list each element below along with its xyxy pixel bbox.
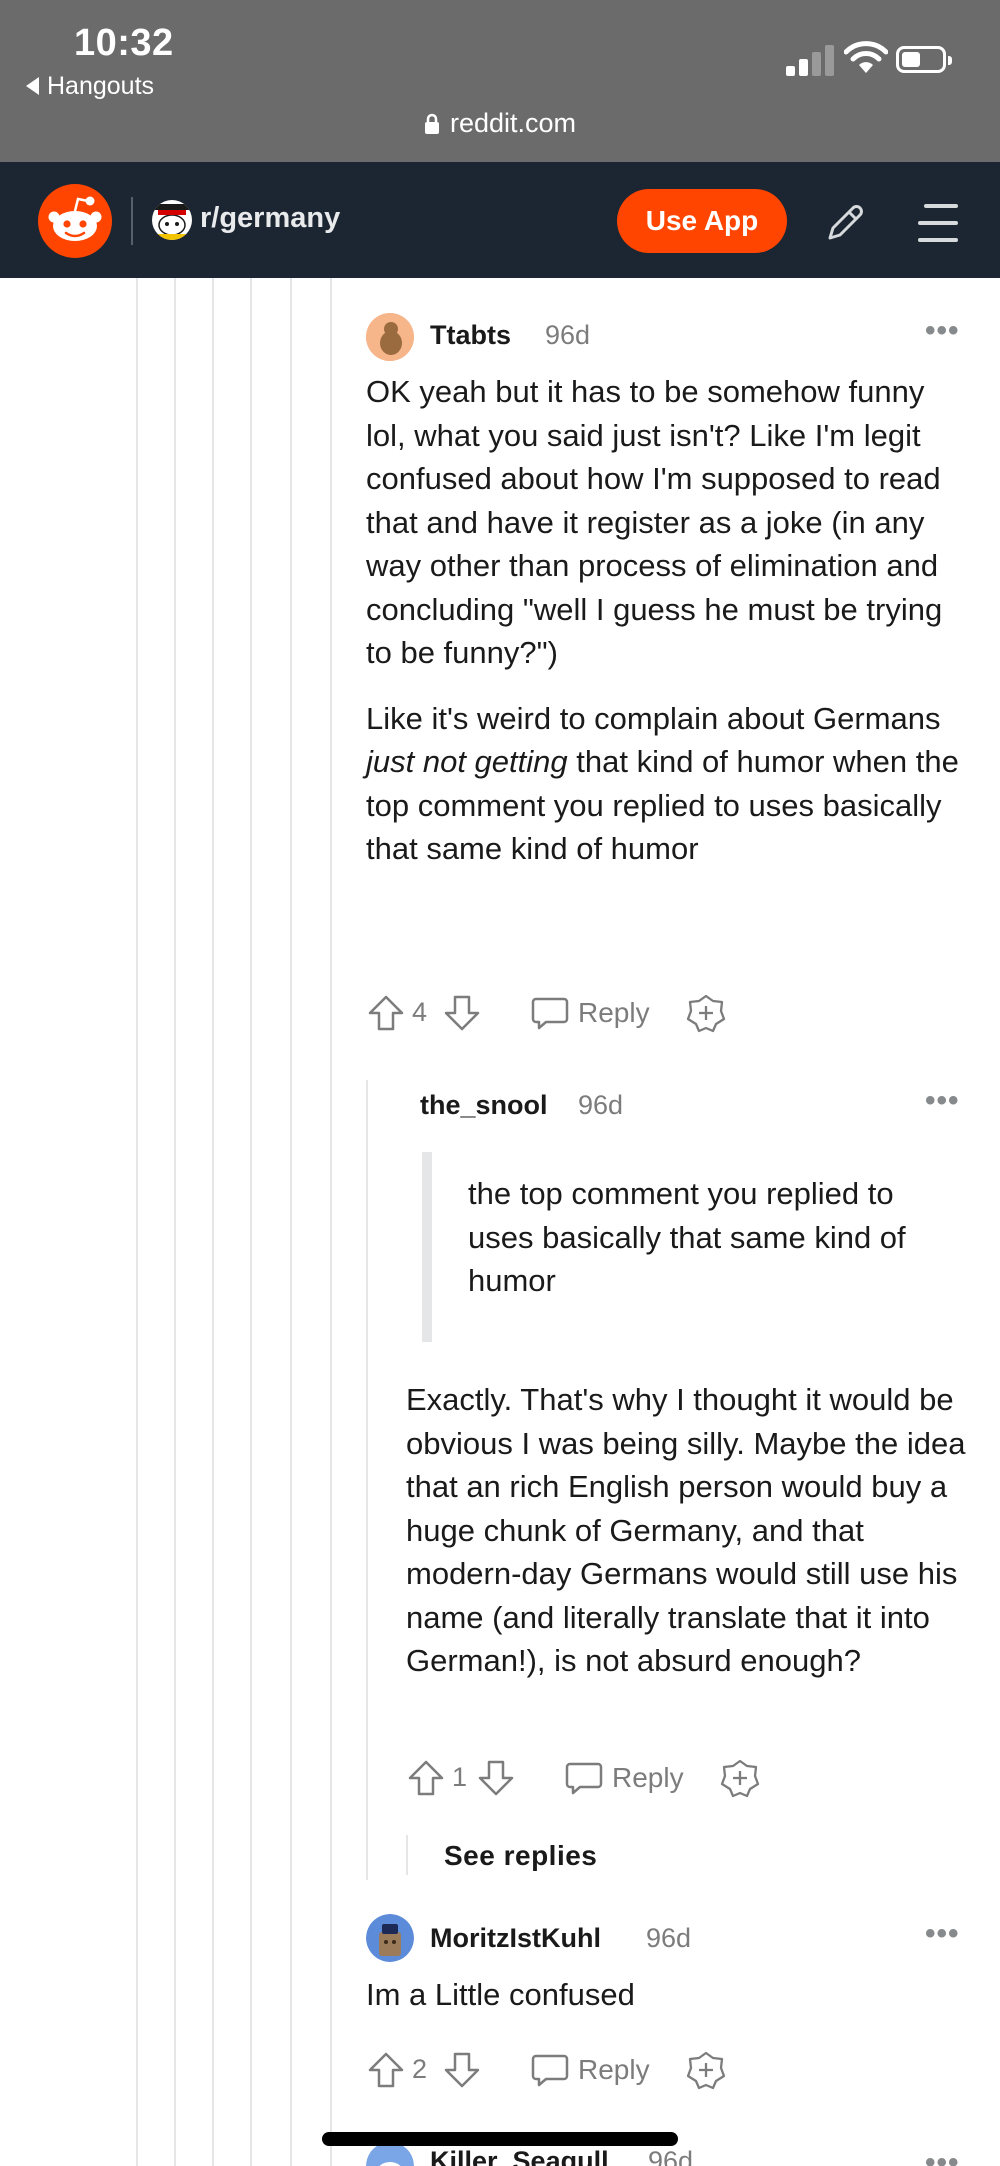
thread-line[interactable] bbox=[406, 1835, 408, 1875]
hamburger-menu-icon[interactable] bbox=[918, 202, 958, 244]
upvote-arrow-icon[interactable] bbox=[366, 2050, 406, 2090]
comment-body: OK yeah but it has to be somehow funny l… bbox=[366, 370, 966, 893]
more-options-icon[interactable]: ••• bbox=[925, 1919, 960, 1949]
comment-paragraph: Like it's weird to complain about German… bbox=[366, 700, 959, 867]
comment-age: 96d bbox=[578, 1090, 624, 1120]
thread-line[interactable] bbox=[366, 1080, 368, 1880]
comment-body: Im a Little confused bbox=[366, 1977, 635, 2012]
vote-count: 1 bbox=[452, 1762, 468, 1792]
use-app-button[interactable]: Use App bbox=[617, 189, 787, 253]
create-post-pencil-icon[interactable] bbox=[820, 198, 870, 248]
vote-count: 4 bbox=[412, 997, 428, 1027]
reddit-header: r/germany Use App bbox=[0, 162, 1000, 278]
thread-line[interactable] bbox=[330, 278, 332, 2166]
reddit-logo-icon[interactable] bbox=[38, 184, 112, 258]
downvote-arrow-icon[interactable] bbox=[442, 2050, 482, 2090]
thread-line[interactable] bbox=[136, 278, 138, 2166]
cellular-signal-icon bbox=[786, 44, 834, 76]
downvote-arrow-icon[interactable] bbox=[476, 1758, 516, 1798]
url-text: reddit.com bbox=[449, 108, 577, 138]
comment-username[interactable]: MoritzIstKuhl bbox=[430, 1923, 601, 1954]
reply-button[interactable]: Reply bbox=[578, 2054, 650, 2086]
award-plus-icon[interactable] bbox=[686, 993, 726, 1033]
comment-username[interactable]: Killer_Seagull bbox=[430, 2146, 609, 2166]
lock-icon bbox=[424, 113, 439, 134]
comment-paragraph: OK yeah but it has to be somehow funny l… bbox=[366, 374, 943, 670]
upvote-arrow-icon[interactable] bbox=[406, 1758, 446, 1798]
thread-line[interactable] bbox=[174, 278, 176, 2166]
thread-line[interactable] bbox=[212, 278, 214, 2166]
user-avatar[interactable] bbox=[366, 1914, 414, 1962]
user-avatar[interactable] bbox=[366, 313, 414, 361]
quote-content: the top comment you replied to uses basi… bbox=[468, 1176, 906, 1298]
reply-bubble-icon[interactable] bbox=[530, 993, 570, 1033]
more-options-icon[interactable]: ••• bbox=[925, 316, 960, 346]
more-options-icon[interactable]: ••• bbox=[925, 1086, 960, 1116]
back-app-label: Hangouts bbox=[47, 72, 155, 100]
reply-button[interactable]: Reply bbox=[612, 1762, 684, 1794]
comment-actions: 1 Reply bbox=[406, 1758, 786, 1802]
quoted-text: the top comment you replied to uses basi… bbox=[422, 1152, 942, 1342]
reply-bubble-icon[interactable] bbox=[564, 1758, 604, 1798]
comment-username[interactable]: the_snool bbox=[420, 1090, 548, 1121]
battery-icon bbox=[896, 46, 952, 73]
comment-body: Exactly. That's why I thought it would b… bbox=[406, 1382, 966, 1678]
subreddit-icon[interactable] bbox=[152, 200, 192, 240]
more-options-icon[interactable]: ••• bbox=[925, 2148, 960, 2166]
subreddit-name[interactable]: r/germany bbox=[200, 202, 340, 235]
thread-line[interactable] bbox=[250, 278, 252, 2166]
comment-actions: 4 Reply bbox=[366, 993, 746, 1037]
home-indicator[interactable] bbox=[322, 2132, 678, 2146]
see-replies-link[interactable]: See replies bbox=[444, 1840, 597, 1872]
wifi-icon bbox=[844, 41, 888, 73]
address-bar[interactable]: reddit.com bbox=[0, 108, 1000, 139]
comment-age: 96d bbox=[545, 320, 591, 350]
award-plus-icon[interactable] bbox=[720, 1758, 760, 1798]
reply-bubble-icon[interactable] bbox=[530, 2050, 570, 2090]
vote-count: 2 bbox=[412, 2054, 428, 2084]
back-arrow-icon bbox=[26, 77, 39, 95]
clock: 10:32 bbox=[74, 22, 174, 64]
comment-age: 96d bbox=[646, 1923, 692, 1953]
comment-actions: 2 Reply bbox=[366, 2050, 746, 2094]
thread-line[interactable] bbox=[290, 278, 292, 2166]
back-to-app-link[interactable]: Hangouts bbox=[26, 72, 154, 101]
downvote-arrow-icon[interactable] bbox=[442, 993, 482, 1033]
header-divider bbox=[131, 197, 133, 245]
comment-username[interactable]: Ttabts bbox=[430, 320, 511, 351]
status-bar: 10:32 Hangouts reddit.com bbox=[0, 0, 1000, 162]
reply-button[interactable]: Reply bbox=[578, 997, 650, 1029]
award-plus-icon[interactable] bbox=[686, 2050, 726, 2090]
comment-age: 96d bbox=[648, 2146, 694, 2166]
upvote-arrow-icon[interactable] bbox=[366, 993, 406, 1033]
